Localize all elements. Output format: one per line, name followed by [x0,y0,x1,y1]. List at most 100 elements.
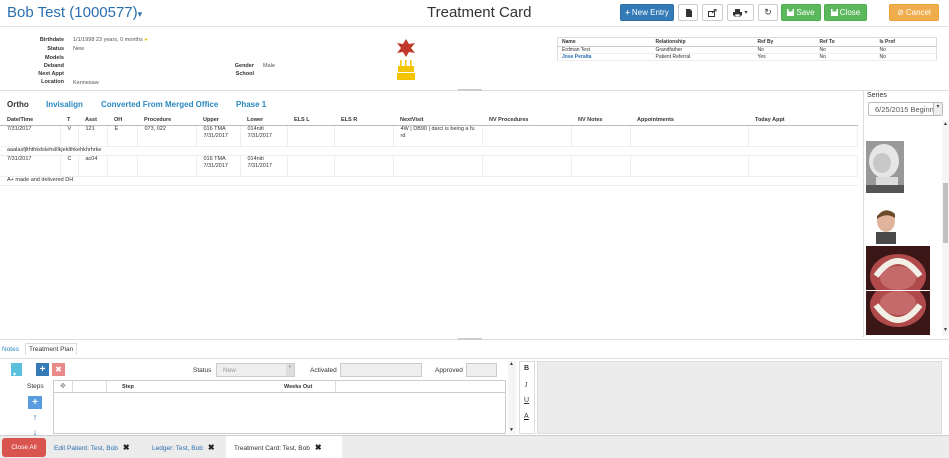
col-lower: Lower [240,116,287,126]
close-icon[interactable]: ✖ [208,443,215,452]
scroll-down-icon[interactable]: ▼ [943,327,948,333]
scrollbar-thumb[interactable] [943,183,948,243]
entry-type: V [60,125,79,147]
close-all-button[interactable]: Close All [2,438,46,457]
col-t: T [60,116,78,126]
rel-header-ref-by: Ref By [753,37,816,47]
approved-input[interactable] [466,363,497,377]
entry-appointments [630,155,749,177]
status-value: New [73,46,85,52]
rel-is-prof: No [875,46,937,54]
patient-name-dropdown[interactable]: Bob Test (1000577)▾ [7,4,142,21]
entry-procedure: 073, 022 [137,125,197,147]
plus-icon: + [39,364,46,375]
resize-handle[interactable] [458,89,482,91]
share-button[interactable] [702,4,723,21]
close-button[interactable]: Close [824,4,867,21]
rel-ref-to: No [815,46,876,54]
footer-tab-ledger[interactable]: Ledger: Test, Bob ✖ [152,443,215,452]
treatment-entries-table: Date/Time T Asst OH Procedure Upper Lowe… [0,116,858,186]
refresh-button[interactable]: ↻ [758,4,778,21]
add-step-button[interactable]: + [28,396,42,409]
resize-handle[interactable] [458,338,482,340]
print-button[interactable]: ▾ [727,4,754,21]
save-icon [830,9,838,16]
column-divider [106,381,107,392]
intraoral-upper-thumbnail[interactable] [866,246,930,290]
series-scrollbar[interactable]: ▲ ▼ [942,121,949,335]
arrow-up-icon: ↑ [32,412,38,422]
location-label: Location [41,79,64,85]
birthday-cake-icon [397,39,415,80]
delete-plan-button[interactable]: ✖ [52,363,65,376]
intraoral-lower-thumbnail[interactable] [866,291,930,335]
models-label: Models [45,55,64,61]
save-button[interactable]: Save [781,4,821,21]
table-row[interactable]: Jose Peralta Patient Referral Yes No No [557,53,937,61]
scroll-up-icon[interactable]: ▲ [509,361,514,367]
entry-asst: 121 [78,125,108,147]
tab-phase-1[interactable]: Phase 1 [236,100,266,109]
steps-label: Steps [27,383,44,390]
patient-info-panel: Birthdate 1/1/1998 23 years, 0 months ● … [0,26,949,91]
tab-converted[interactable]: Converted From Merged Office [101,100,218,109]
entry-els-r [334,125,394,147]
table-row[interactable]: 7/31/2017 C ac04 016 TMA 7/31/2017 014nit… [0,155,858,177]
ban-icon: ⊘ [897,8,904,17]
chevron-down-icon: ▾ [13,372,17,378]
scroll-up-icon[interactable]: ▲ [943,121,948,127]
rel-name-link[interactable]: Jose Peralta [557,53,652,61]
xray-thumbnail[interactable] [866,141,904,193]
move-up-button[interactable]: ↑ [28,412,42,425]
entry-procedure [137,155,197,177]
document-button[interactable] [678,4,698,21]
add-plan-button[interactable]: + [36,363,49,376]
series-label: Series [867,92,887,99]
new-entry-button[interactable]: + New Entry [620,4,674,21]
status-label: Status [47,46,64,52]
footer-tab-edit-patient[interactable]: Edit Patient: Test, Bob ✖ [54,443,130,452]
rel-is-prof: No [875,53,937,61]
close-icon[interactable]: ✖ [123,443,130,452]
tab-treatment-plan[interactable]: Treatment Plan [25,343,78,355]
status-select[interactable]: New ▾ [216,363,295,377]
chevron-down-icon: ▾ [933,103,942,115]
move-down-button[interactable]: ↓ [28,427,42,435]
intraoral-upper-photo [870,254,926,290]
column-divider [335,381,336,392]
entry-nv-notes [571,125,631,147]
notes-editor[interactable] [537,361,942,434]
entry-appointments [630,125,749,147]
entry-lower: 014niti 7/31/2017 [240,125,288,147]
entry-note: aaalasfjlththkdslehslllkjeklthkehkhrhrke [0,146,858,156]
italic-icon[interactable]: I [525,381,527,389]
series-select[interactable]: 6/25/2015 Beginn ▾ [868,102,943,116]
dropdown-button[interactable]: ▾ [11,363,22,378]
tab-notes[interactable]: Notes [2,346,19,353]
col-nv-notes: NV Notes [571,116,630,126]
scroll-down-icon[interactable]: ▼ [509,427,514,433]
font-color-icon[interactable]: A [524,413,529,420]
tab-ortho[interactable]: Ortho [7,100,29,109]
format-toolbar: B I U A [519,361,535,434]
rel-relationship: Grandfather [651,46,754,54]
plan-scrollbar[interactable]: ▲ ▼ [508,361,516,434]
table-row[interactable]: 7/31/2017 V 121 E 073, 022 016 TMA 7/31/2… [0,125,858,147]
table-row[interactable]: Erdman Test Grandfather No No No [557,46,937,54]
activated-input[interactable] [340,363,422,377]
footer-tabs-bar: Close All Edit Patient: Test, Bob ✖ Ledge… [0,435,949,458]
rel-ref-by: No [753,46,816,54]
cancel-button[interactable]: ⊘ Cancel [889,4,939,21]
profile-photo-thumbnail[interactable] [866,204,904,244]
col-date: Date/Time [0,116,60,126]
series-panel: Series 6/25/2015 Beginn ▾ ▲ ▼ [863,91,949,337]
col-nv-procedures: NV Procedures [482,116,571,126]
entry-lower: 014niti 7/31/2017 [240,155,288,177]
close-icon[interactable]: ✖ [315,443,322,452]
underline-icon[interactable]: U [524,397,529,404]
caret-down-icon: ▾ [744,10,748,16]
entry-today-appt [748,125,858,147]
footer-tab-treatment-card[interactable]: Treatment Card: Test, Bob ✖ [226,436,342,458]
bold-icon[interactable]: B [524,365,529,372]
tab-invisalign[interactable]: Invisalign [46,100,83,109]
